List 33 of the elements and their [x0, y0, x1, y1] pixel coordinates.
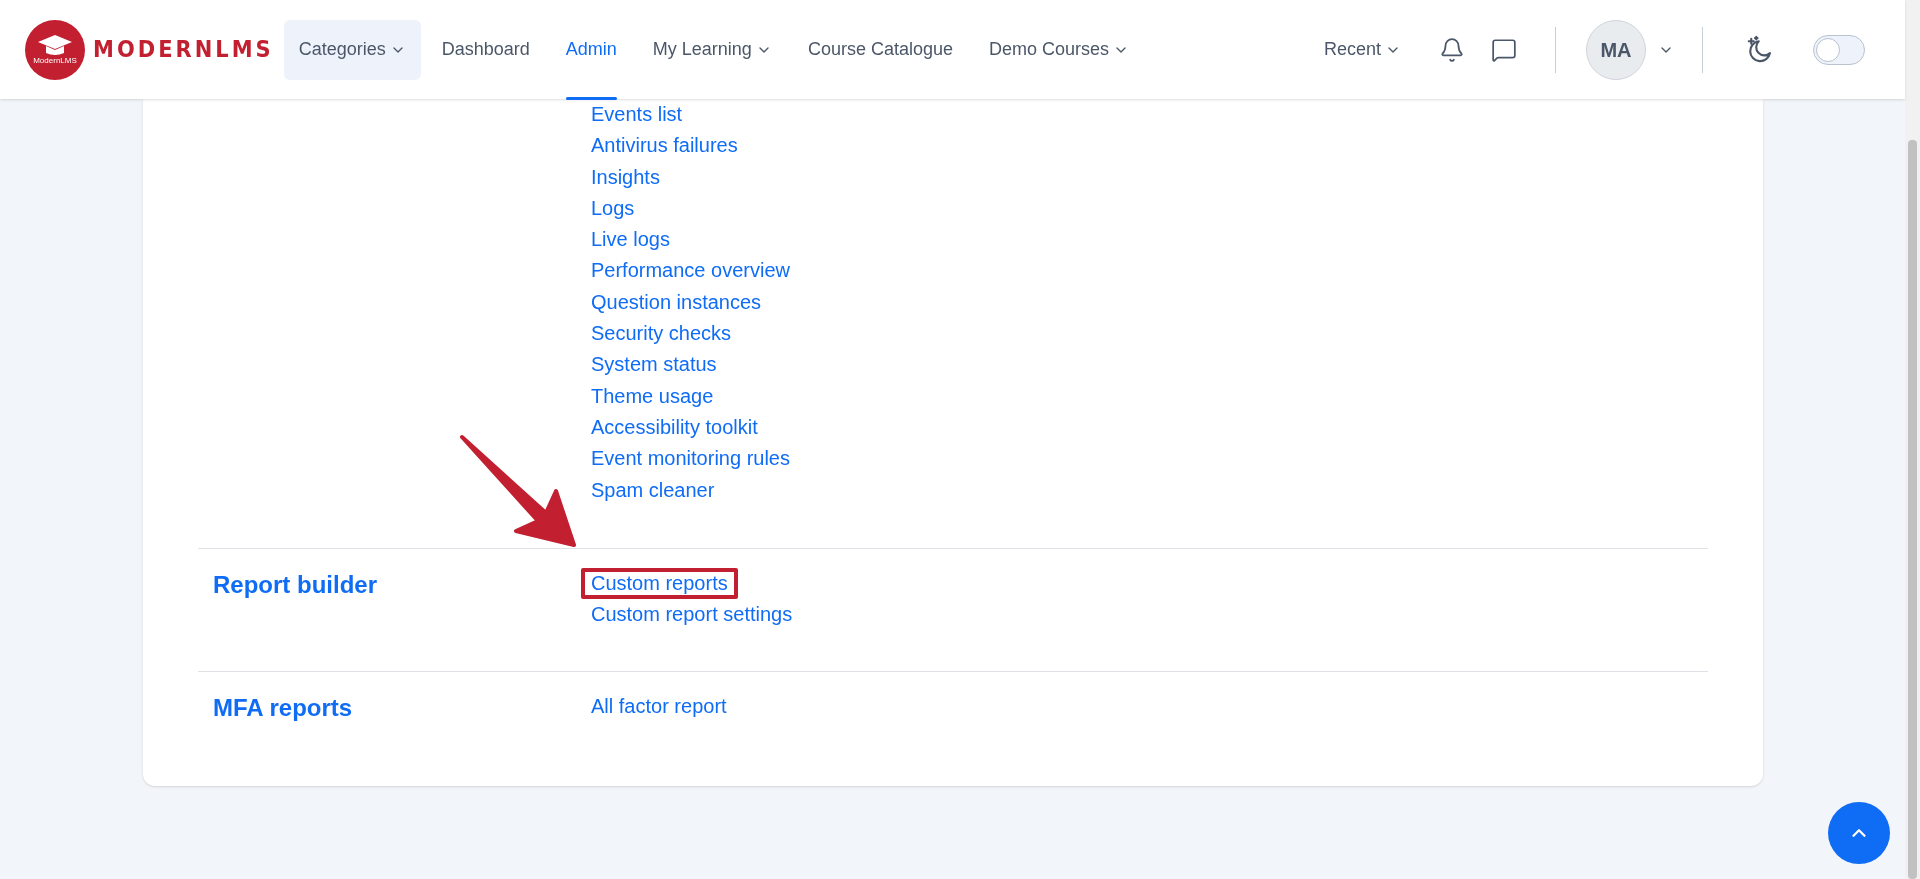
- user-avatar[interactable]: MA: [1586, 19, 1646, 80]
- logo-caption: ModernLMS: [33, 57, 77, 65]
- admin-link[interactable]: Insights: [581, 161, 670, 193]
- bell-icon: [1439, 36, 1465, 63]
- scrollbar[interactable]: [1905, 0, 1920, 879]
- admin-link[interactable]: Spam cleaner: [581, 474, 725, 506]
- admin-link[interactable]: System status: [581, 349, 727, 381]
- admin-link[interactable]: Security checks: [581, 318, 742, 350]
- nav-item[interactable]: My Learning: [637, 19, 787, 80]
- logo-wordmark: MODERNLMS: [93, 34, 274, 64]
- admin-link[interactable]: Custom reports: [581, 567, 738, 600]
- admin-link[interactable]: Antivirus failures: [581, 130, 748, 162]
- nav-item[interactable]: Course Catalogue: [792, 19, 968, 80]
- admin-link[interactable]: Events list: [581, 99, 693, 131]
- admin-link[interactable]: Performance overview: [581, 255, 800, 287]
- dark-mode-toggle[interactable]: [1813, 34, 1865, 65]
- admin-link[interactable]: Event monitoring rules: [581, 443, 800, 475]
- toggle-knob: [1816, 37, 1840, 62]
- scrollbar-thumb[interactable]: [1908, 140, 1917, 879]
- admin-link[interactable]: Accessibility toolkit: [581, 411, 768, 444]
- chat-bubble-icon: [1491, 36, 1517, 63]
- admin-link[interactable]: Custom report settings: [581, 599, 803, 631]
- nav-item[interactable]: Categories: [283, 19, 421, 80]
- nav-item[interactable]: Dashboard: [426, 19, 545, 80]
- admin-link[interactable]: Logs: [581, 192, 645, 225]
- admin-link[interactable]: Question instances: [581, 286, 772, 319]
- admin-link[interactable]: Live logs: [581, 224, 680, 256]
- nav-item[interactable]: Demo Courses: [974, 19, 1145, 80]
- active-underline: [565, 96, 617, 100]
- graduation-cap-icon: [37, 34, 73, 56]
- admin-link[interactable]: Theme usage: [581, 380, 724, 412]
- recent-menu[interactable]: Recent: [1315, 36, 1409, 63]
- nav-item[interactable]: Admin: [550, 19, 632, 80]
